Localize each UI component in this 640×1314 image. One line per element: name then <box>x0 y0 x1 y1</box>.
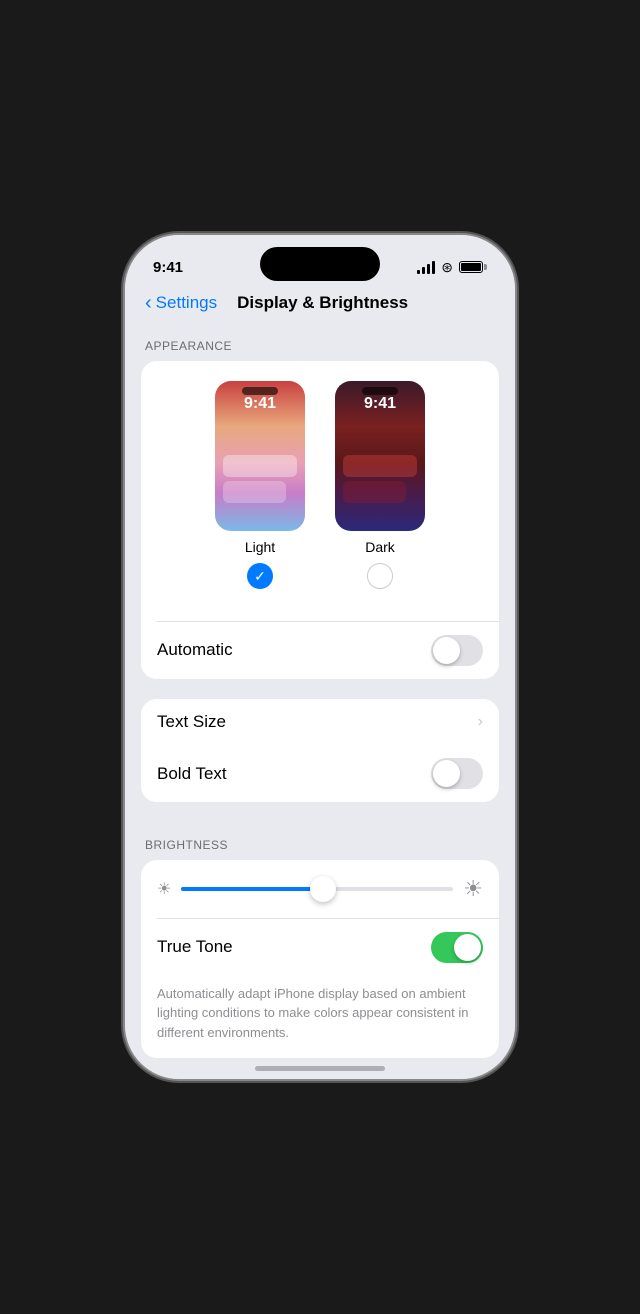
light-mode-option[interactable]: 9:41 Light ✓ <box>215 381 305 589</box>
bold-text-toggle[interactable] <box>431 758 483 789</box>
status-time: 9:41 <box>153 259 183 276</box>
appearance-section-label: APPEARANCE <box>125 323 515 361</box>
scroll-content[interactable]: APPEARANCE 9:41 <box>125 323 515 1059</box>
text-size-right: › <box>478 713 483 731</box>
brightness-slider[interactable] <box>181 887 453 891</box>
light-preview: 9:41 <box>215 381 305 531</box>
true-tone-label: True Tone <box>157 937 233 957</box>
appearance-options: 9:41 Light ✓ <box>157 381 483 589</box>
signal-icon <box>417 261 435 274</box>
text-size-label: Text Size <box>157 712 226 732</box>
dark-radio[interactable] <box>367 563 393 589</box>
automatic-label: Automatic <box>157 640 233 660</box>
true-tone-toggle[interactable] <box>431 932 483 963</box>
true-tone-description: Automatically adapt iPhone display based… <box>141 984 499 1059</box>
dark-mode-option[interactable]: 9:41 Dark <box>335 381 425 589</box>
light-radio[interactable]: ✓ <box>247 563 273 589</box>
automatic-toggle[interactable] <box>431 635 483 666</box>
bold-text-label: Bold Text <box>157 764 227 784</box>
appearance-card: 9:41 Light ✓ <box>141 361 499 679</box>
phone-shell: 9:41 ⊛ ‹ Sett <box>125 235 515 1079</box>
nav-bar: ‹ Settings Display & Brightness <box>125 285 515 323</box>
text-size-row[interactable]: Text Size › <box>141 699 499 745</box>
slider-fill <box>181 887 322 891</box>
true-tone-row: True Tone <box>141 919 499 976</box>
dark-label: Dark <box>365 539 395 555</box>
home-indicator <box>255 1066 385 1071</box>
chevron-left-icon: ‹ <box>145 293 152 313</box>
brightness-low-icon <box>157 879 171 899</box>
brightness-row <box>157 876 483 902</box>
light-label: Light <box>245 539 275 555</box>
wifi-icon: ⊛ <box>441 259 453 276</box>
back-button[interactable]: ‹ Settings <box>145 293 217 313</box>
slider-thumb[interactable] <box>310 876 336 902</box>
text-section-card: Text Size › Bold Text <box>141 699 499 803</box>
brightness-high-icon <box>463 876 483 902</box>
bold-text-row: Bold Text <box>141 745 499 802</box>
battery-icon <box>459 261 487 273</box>
dark-preview: 9:41 <box>335 381 425 531</box>
chevron-right-icon: › <box>478 713 483 731</box>
automatic-row: Automatic <box>141 622 499 679</box>
brightness-section-label: BRIGHTNESS <box>125 822 515 860</box>
dynamic-island <box>260 247 380 281</box>
phone-screen: 9:41 ⊛ ‹ Sett <box>125 235 515 1079</box>
back-label: Settings <box>156 293 217 313</box>
status-icons: ⊛ <box>417 259 487 276</box>
page-title: Display & Brightness <box>237 293 408 313</box>
brightness-card: True Tone Automatically adapt iPhone dis… <box>141 860 499 1058</box>
